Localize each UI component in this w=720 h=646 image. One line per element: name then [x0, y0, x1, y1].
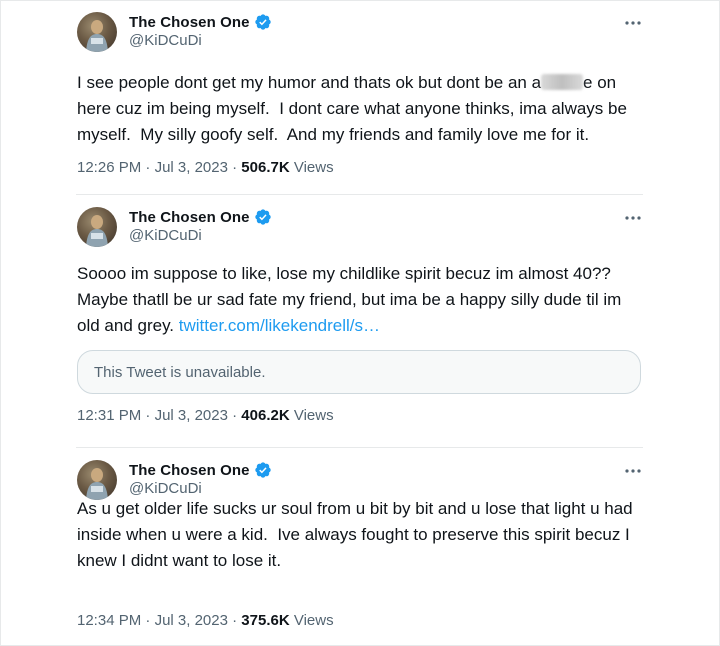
meta-separator: ·	[145, 407, 151, 424]
tweet-text: As u get older life sucks ur soul from u…	[77, 499, 638, 570]
tweet-meta: 12:34 PM · Jul 3, 2023 · 375.6K Views	[77, 612, 334, 629]
verified-badge-icon	[254, 209, 271, 225]
views-count: 406.2K	[241, 407, 290, 424]
views-count: 506.7K	[241, 159, 290, 176]
tweet-text: Soooo im suppose to like, lose my childl…	[77, 261, 643, 339]
verified-badge-icon	[254, 462, 271, 478]
tweet-time[interactable]: 12:34 PM	[77, 612, 141, 629]
tweet-date[interactable]: Jul 3, 2023	[155, 159, 228, 176]
author-name[interactable]: The Chosen One	[129, 209, 250, 226]
views-label: Views	[293, 407, 334, 424]
meta-separator: ·	[145, 159, 151, 176]
more-options-icon[interactable]	[624, 462, 642, 480]
unavailable-message: This Tweet is unavailable.	[94, 364, 266, 381]
avatar[interactable]	[77, 12, 117, 52]
meta-separator: ·	[145, 612, 151, 629]
tweet-meta: 12:31 PM · Jul 3, 2023 · 406.2K Views	[77, 407, 334, 424]
tweet-link[interactable]: twitter.com/likekendrell/s…	[179, 316, 380, 335]
author-handle[interactable]: @KiDCuDi	[129, 227, 202, 244]
meta-separator: ·	[232, 159, 238, 176]
author-handle[interactable]: @KiDCuDi	[129, 32, 202, 49]
tweet-text-part: I see people dont get my humor and thats…	[77, 73, 542, 92]
avatar[interactable]	[77, 207, 117, 247]
more-options-icon[interactable]	[624, 14, 642, 32]
views-label: Views	[293, 159, 334, 176]
meta-separator: ·	[232, 612, 238, 629]
tweet-time[interactable]: 12:26 PM	[77, 159, 141, 176]
tweet-time[interactable]: 12:31 PM	[77, 407, 141, 424]
author-name[interactable]: The Chosen One	[129, 14, 250, 31]
quoted-tweet-unavailable: This Tweet is unavailable.	[77, 350, 641, 394]
avatar[interactable]	[77, 460, 117, 500]
tweet-date[interactable]: Jul 3, 2023	[155, 407, 228, 424]
tweet-meta: 12:26 PM · Jul 3, 2023 · 506.7K Views	[77, 159, 334, 176]
censored-word	[541, 74, 584, 90]
tweet-date[interactable]: Jul 3, 2023	[155, 612, 228, 629]
tweet-3[interactable]: The Chosen One @KiDCuDi As u get older l…	[60, 448, 660, 646]
tweet-text: I see people dont get my humor and thats…	[77, 70, 643, 148]
tweet-2[interactable]: The Chosen One @KiDCuDi Soooo im suppose…	[60, 195, 660, 447]
verified-badge-icon	[254, 14, 271, 30]
views-count: 375.6K	[241, 612, 290, 629]
views-label: Views	[293, 612, 334, 629]
author-handle[interactable]: @KiDCuDi	[129, 480, 202, 497]
more-options-icon[interactable]	[624, 209, 642, 227]
tweet-1[interactable]: The Chosen One @KiDCuDi I see people don…	[60, 0, 660, 194]
meta-separator: ·	[232, 407, 238, 424]
author-name[interactable]: The Chosen One	[129, 462, 250, 479]
